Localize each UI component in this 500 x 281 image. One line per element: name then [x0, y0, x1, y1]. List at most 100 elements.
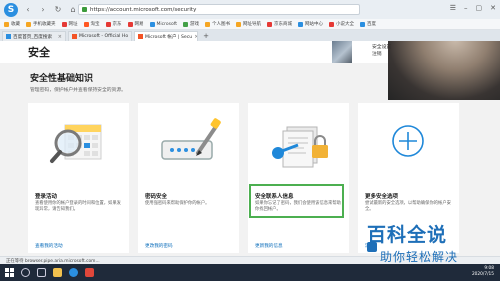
bookmark-label: 网址: [68, 22, 78, 27]
bookmarks-bar: 收藏 手机收藏夹 网址 淘宝 京东 网易 Microsoft 游戏 个人图书 网址导航 京东商城 网站…: [0, 19, 500, 30]
menu-icon[interactable]: ☰: [450, 4, 456, 12]
browser-taskbar-icon[interactable]: [69, 268, 78, 277]
card-title: 更多安全选项: [365, 194, 399, 200]
card-password-security: 密码安全 使用强密码来帮助保护你的帐户。 更改我的密码: [138, 103, 239, 253]
tab-close-icon[interactable]: ×: [194, 34, 197, 40]
bookmark-label: 手机收藏夹: [33, 22, 56, 27]
lock-icon: [82, 7, 87, 12]
watermark-seal-icon: [367, 242, 377, 252]
bookmark-favicon-icon: [182, 21, 188, 27]
bookmark-label: Microsoft: [156, 21, 177, 27]
browser-logo-icon[interactable]: S: [4, 2, 18, 17]
bookmark-favicon-icon: [328, 21, 334, 27]
update-info-link[interactable]: 更新我的信息: [255, 243, 283, 249]
task-view-icon[interactable]: [37, 268, 46, 277]
maximize-button[interactable]: ▢: [476, 4, 483, 12]
bookmark-item[interactable]: 京东商城: [266, 21, 292, 27]
bookmark-item[interactable]: 个人图书: [204, 21, 230, 27]
bookmark-favicon-icon: [204, 21, 210, 27]
address-bar-url: https://account.microsoft.com/security: [90, 6, 197, 13]
calendar-magnifier-icon: [50, 124, 102, 163]
key-lock-icon: [272, 126, 328, 168]
windows-start-icon[interactable]: [5, 268, 14, 277]
watermark-logo: 百科全说 助你轻松解决: [367, 220, 494, 272]
tab-favicon-icon: [72, 34, 77, 39]
section-subtitle: 管理密码，保护帐户并查看保持安全的资源。: [30, 88, 126, 93]
card-security-contact-info: 安全联系人信息 如果你忘记了密码，我们会使用该信息来帮助你找回帐户。 更新我的信…: [248, 103, 349, 253]
bookmark-item[interactable]: 游戏: [182, 21, 199, 27]
highlight-box: [249, 184, 344, 218]
bookmark-item[interactable]: 百度: [359, 21, 376, 27]
bookmark-item[interactable]: 网易: [127, 21, 144, 27]
card-sign-in-activity: 登录活动 查看使用你的帐户登录的时间和位置，如果发现异常，请告知我们。 查看我的…: [28, 103, 129, 253]
clock-date: 2020/7/15: [471, 272, 494, 277]
search-icon[interactable]: [21, 268, 30, 277]
card-description: 尝试最新的安全选项，以帮助确保你的帐户安全。: [365, 201, 451, 212]
bookmark-label: 网站中心: [304, 22, 323, 27]
app-taskbar-icon[interactable]: [85, 268, 94, 277]
file-explorer-icon[interactable]: [53, 268, 62, 277]
tab-favicon-icon: [6, 34, 11, 39]
tab-label: Microsoft - Official Ho: [79, 34, 129, 39]
bookmark-favicon-icon: [266, 21, 272, 27]
watermark-title: 百科全说: [367, 224, 448, 246]
bookmark-label: 小说大全: [335, 22, 354, 27]
bookmark-favicon-icon: [83, 21, 89, 27]
bookmark-item[interactable]: 京东: [105, 21, 122, 27]
tab-label: Microsoft 帐户 | Secu: [145, 34, 193, 40]
card-description: 查看使用你的帐户登录的时间和位置，如果发现异常，请告知我们。: [35, 201, 121, 212]
bookmark-favicon-icon: [127, 21, 133, 27]
home-icon[interactable]: ⌂: [68, 5, 78, 15]
window-controls: ☰ – ▢ ✕: [450, 4, 496, 12]
change-password-link[interactable]: 更改我的密码: [145, 243, 173, 249]
bookmark-item[interactable]: 小说大全: [328, 21, 354, 27]
bookmark-label: 游戏: [189, 22, 199, 27]
password-pen-icon: [161, 118, 221, 160]
card-description: 使用强密码来帮助保护你的帐户。: [145, 201, 210, 206]
bookmark-favicon-icon: [235, 21, 241, 27]
close-button[interactable]: ✕: [490, 4, 496, 12]
card-title: 登录活动: [35, 194, 58, 200]
bookmark-item[interactable]: 网址: [61, 21, 78, 27]
new-tab-icon[interactable]: +: [202, 32, 210, 40]
tab-strip: 百度首页_百度搜索×Microsoft - Official Ho×Micros…: [0, 30, 500, 41]
bookmark-favicon-icon: [297, 21, 303, 27]
browser-tab[interactable]: Microsoft - Official Ho×: [68, 31, 132, 41]
bookmark-item[interactable]: 收藏: [4, 21, 20, 27]
bookmark-item[interactable]: 网址导航: [235, 21, 261, 27]
bookmark-favicon-icon: [105, 21, 111, 27]
tab-close-icon[interactable]: ×: [58, 34, 62, 40]
bookmark-label: 京东商城: [273, 22, 292, 27]
refresh-icon[interactable]: ↻: [53, 5, 63, 15]
browser-tab[interactable]: Microsoft 帐户 | Secu ×: [134, 31, 198, 41]
forward-icon[interactable]: ›: [38, 5, 48, 15]
bookmark-item[interactable]: Microsoft: [149, 21, 177, 27]
view-activity-link[interactable]: 查看我的活动: [35, 243, 63, 249]
bookmark-label: 百度: [366, 22, 376, 27]
bookmark-favicon-icon: [149, 21, 155, 27]
bookmark-item[interactable]: 手机收藏夹: [26, 21, 56, 27]
bookmark-item[interactable]: 淘宝: [83, 21, 100, 27]
card-title: 密码安全: [145, 194, 168, 200]
avatar[interactable]: [332, 41, 352, 63]
section-title: 安全性基础知识: [30, 74, 94, 84]
avatar-photo: [332, 41, 352, 63]
tab-label: 百度首页_百度搜索: [13, 34, 53, 40]
browser-titlebar: S ‹ › ↻ ⌂ https://account.microsoft.com/…: [0, 0, 500, 19]
address-bar[interactable]: https://account.microsoft.com/security: [78, 4, 360, 15]
bookmark-label: 网易: [134, 22, 144, 27]
tab-close-icon[interactable]: ×: [130, 34, 131, 40]
bookmark-label: 个人图书: [211, 22, 230, 27]
tab-favicon-icon: [138, 34, 143, 39]
bookmark-favicon-icon: [61, 21, 67, 27]
bookmark-item[interactable]: 网站中心: [297, 21, 323, 27]
back-icon[interactable]: ‹: [23, 5, 33, 15]
watermark-subtitle: 助你轻松解决: [380, 250, 459, 264]
hero-photo: [388, 41, 500, 100]
bookmark-label: 淘宝: [90, 22, 100, 27]
minimize-button[interactable]: –: [464, 4, 468, 12]
browser-tab[interactable]: 百度首页_百度搜索 ×: [2, 31, 66, 41]
bookmark-favicon-icon: [359, 21, 365, 27]
bookmark-label: 收藏: [11, 22, 20, 27]
bookmark-favicon-icon: [4, 21, 9, 27]
